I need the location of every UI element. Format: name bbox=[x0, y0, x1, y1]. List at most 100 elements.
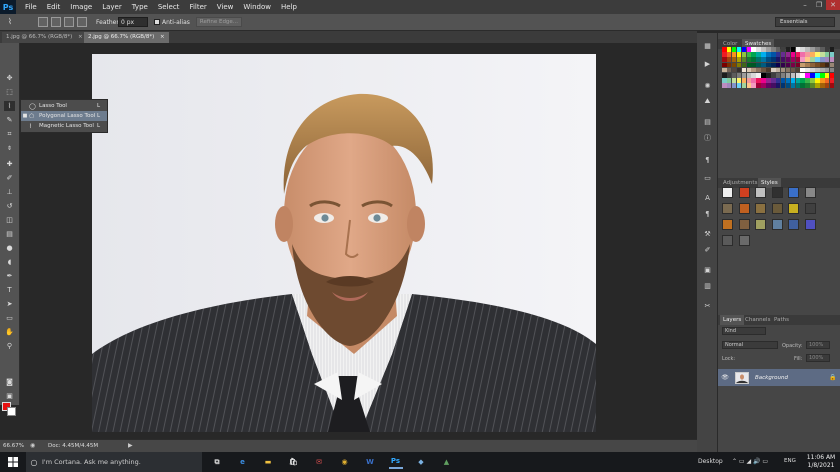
swatch[interactable] bbox=[741, 78, 747, 83]
swatch[interactable] bbox=[746, 67, 751, 73]
swatch[interactable] bbox=[741, 52, 747, 57]
style-preset[interactable] bbox=[738, 187, 750, 198]
eraser-tool-icon[interactable]: ◫ bbox=[4, 215, 15, 225]
dodge-tool-icon[interactable]: ◖ bbox=[4, 257, 15, 267]
swatch[interactable] bbox=[761, 78, 766, 83]
brush-panel-icon[interactable]: ✐ bbox=[702, 245, 713, 254]
swatch[interactable] bbox=[771, 47, 776, 52]
swatch[interactable] bbox=[775, 78, 781, 83]
swatch[interactable] bbox=[726, 67, 732, 73]
swatch[interactable] bbox=[800, 67, 805, 73]
swatch[interactable] bbox=[820, 78, 825, 83]
swatch[interactable] bbox=[824, 62, 830, 68]
tab-close-icon[interactable]: × bbox=[160, 34, 165, 40]
swatch[interactable] bbox=[810, 83, 815, 88]
swatch[interactable] bbox=[775, 47, 781, 52]
tab-paths[interactable]: Paths bbox=[771, 315, 792, 325]
swatch[interactable] bbox=[731, 62, 737, 68]
swatch[interactable] bbox=[722, 67, 727, 73]
lasso-preset-icon[interactable]: ⌇ bbox=[8, 17, 18, 27]
swatch[interactable] bbox=[726, 73, 732, 78]
swatch[interactable] bbox=[722, 57, 727, 62]
swatch[interactable] bbox=[775, 83, 781, 88]
swatch[interactable] bbox=[810, 47, 815, 52]
swatch[interactable] bbox=[780, 57, 786, 62]
brush-tool-icon[interactable]: ✐ bbox=[4, 173, 15, 183]
swatch[interactable] bbox=[766, 57, 771, 62]
refine-edge-button[interactable]: Refine Edge... bbox=[196, 17, 242, 27]
swatch[interactable] bbox=[746, 83, 751, 88]
swatch[interactable] bbox=[780, 52, 786, 57]
swatch[interactable] bbox=[829, 83, 835, 88]
swatch[interactable] bbox=[736, 78, 742, 83]
swatch[interactable] bbox=[751, 83, 756, 88]
start-button[interactable] bbox=[0, 452, 26, 472]
styles-grid[interactable] bbox=[722, 187, 822, 251]
swatch[interactable] bbox=[805, 67, 810, 73]
swatch[interactable] bbox=[785, 73, 791, 78]
swatch[interactable] bbox=[766, 67, 771, 73]
swatch[interactable] bbox=[800, 83, 805, 88]
swatch[interactable] bbox=[795, 62, 800, 68]
menu-item-image[interactable]: Image bbox=[65, 0, 97, 14]
swatch[interactable] bbox=[790, 78, 796, 83]
flyout-item-polygonal-lasso-tool[interactable]: ■ ⬠ Polygonal Lasso Tool L bbox=[21, 111, 107, 121]
style-preset[interactable] bbox=[755, 187, 766, 198]
swatch[interactable] bbox=[824, 78, 830, 83]
style-preset[interactable] bbox=[738, 203, 750, 214]
swatch[interactable] bbox=[736, 47, 742, 52]
style-preset[interactable] bbox=[722, 203, 733, 214]
layer-comps-icon[interactable]: ▣ bbox=[702, 265, 713, 274]
swatch[interactable] bbox=[820, 83, 825, 88]
swatch[interactable] bbox=[736, 67, 742, 73]
pen-tool-icon[interactable]: ✒ bbox=[4, 271, 15, 281]
swatch[interactable] bbox=[731, 57, 737, 62]
taskbar-app-10-icon[interactable]: ▲ bbox=[440, 455, 454, 469]
swatch[interactable] bbox=[726, 57, 732, 62]
swatch[interactable] bbox=[736, 83, 742, 88]
swatch[interactable] bbox=[829, 62, 835, 68]
swatch[interactable] bbox=[795, 67, 800, 73]
swatch[interactable] bbox=[780, 73, 786, 78]
swatch[interactable] bbox=[775, 62, 781, 68]
swatch[interactable] bbox=[790, 62, 796, 68]
swatch[interactable] bbox=[771, 83, 776, 88]
swatch[interactable] bbox=[805, 62, 810, 68]
timeline-panel-icon[interactable]: ▥ bbox=[702, 281, 713, 290]
status-info-icon[interactable]: ◉ bbox=[30, 442, 35, 449]
swatch[interactable] bbox=[800, 73, 805, 78]
layer-filter-kind[interactable]: Kind bbox=[722, 327, 766, 335]
menu-item-file[interactable]: File bbox=[20, 0, 42, 14]
actions-panel-icon[interactable]: ▶ bbox=[702, 59, 713, 68]
menu-item-help[interactable]: Help bbox=[276, 0, 302, 14]
swatch[interactable] bbox=[722, 52, 727, 57]
swatch[interactable] bbox=[780, 78, 786, 83]
swatch[interactable] bbox=[775, 67, 781, 73]
swatch[interactable] bbox=[756, 67, 761, 73]
swatch[interactable] bbox=[736, 62, 742, 68]
clone-source-icon[interactable]: ⛰ bbox=[702, 97, 713, 106]
swatch[interactable] bbox=[795, 78, 800, 83]
taskbar-mail-icon[interactable]: ✉ bbox=[312, 455, 326, 469]
gradient-tool-icon[interactable]: ▤ bbox=[4, 229, 15, 239]
swatch[interactable] bbox=[746, 62, 751, 68]
swatch[interactable] bbox=[741, 83, 747, 88]
cortana-search[interactable]: ○ I'm Cortana. Ask me anything. bbox=[26, 452, 202, 472]
swatch[interactable] bbox=[820, 67, 825, 73]
swatch[interactable] bbox=[751, 67, 756, 73]
tool-presets-icon[interactable]: ⚒ bbox=[702, 229, 713, 238]
tab-1-jpg[interactable]: 1.jpg @ 66.7% (RGB/8*) × bbox=[2, 32, 87, 43]
lasso-tool-icon[interactable]: ⌇ bbox=[4, 101, 15, 111]
swatch[interactable] bbox=[795, 57, 800, 62]
subtract-selection-icon[interactable] bbox=[64, 17, 74, 27]
menu-item-filter[interactable]: Filter bbox=[184, 0, 211, 14]
history-panel-icon[interactable]: ▦ bbox=[702, 41, 713, 50]
new-selection-icon[interactable] bbox=[38, 17, 48, 27]
swatch[interactable] bbox=[726, 47, 732, 52]
marquee-tool-icon[interactable]: ⬚ bbox=[4, 87, 15, 97]
swatch[interactable] bbox=[785, 83, 791, 88]
swatch[interactable] bbox=[795, 73, 800, 78]
swatch[interactable] bbox=[780, 67, 786, 73]
swatch[interactable] bbox=[805, 83, 810, 88]
swatch[interactable] bbox=[731, 73, 737, 78]
